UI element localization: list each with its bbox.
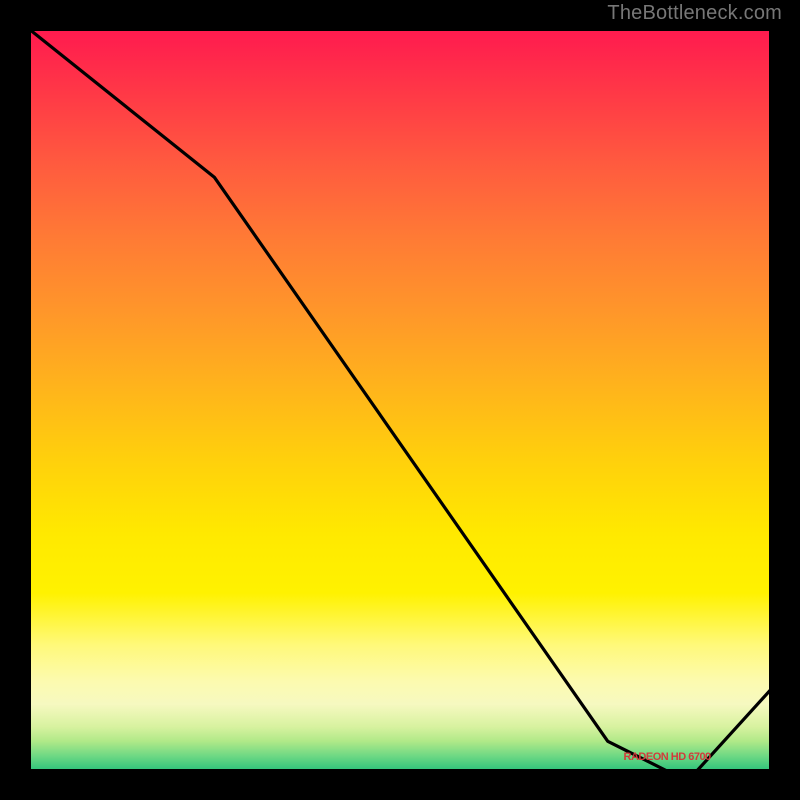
chart-plot-area: RADEON HD 6700 [29,29,771,771]
chart-annotation-label: RADEON HD 6700 [624,751,711,763]
chart-border [29,28,771,31]
chart-border [28,29,31,771]
attribution-text: TheBottleneck.com [607,2,782,25]
chart-border [29,769,771,772]
chart-border [769,29,772,771]
chart-line-series [29,29,771,771]
